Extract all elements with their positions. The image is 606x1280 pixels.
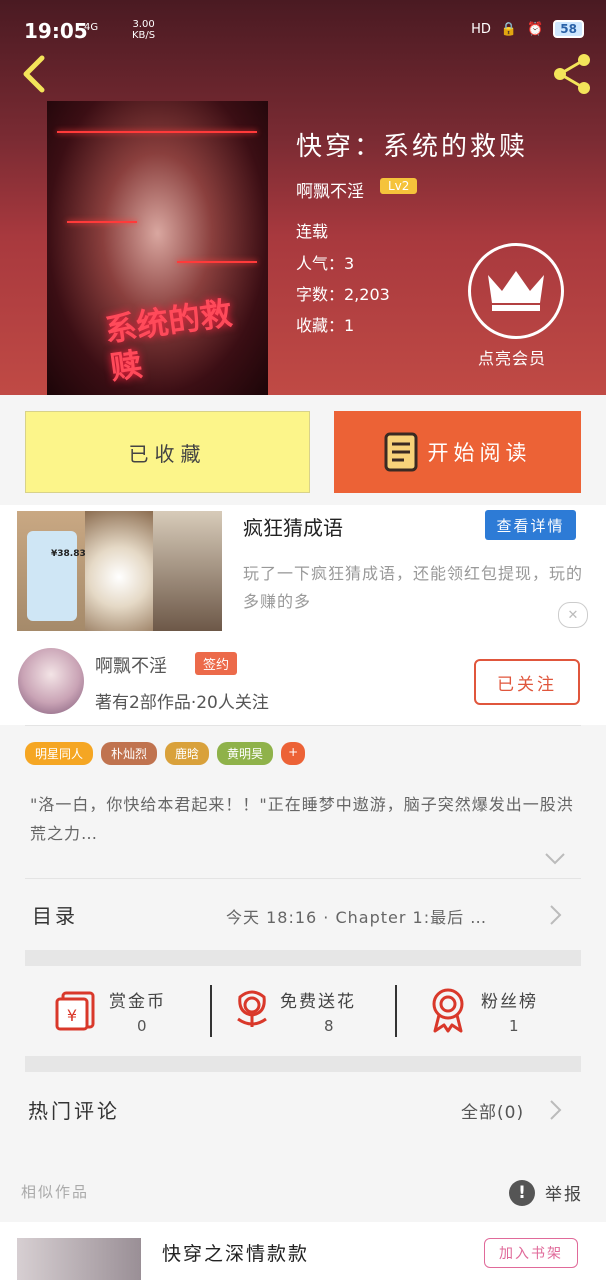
vip-button[interactable]	[468, 243, 564, 339]
section-separator	[25, 950, 581, 966]
crown-icon	[488, 271, 544, 311]
ad-image-phone-panel	[17, 511, 85, 631]
book-author[interactable]: 啊飘不淫	[296, 177, 364, 202]
similar-works-label: 相似作品	[21, 1183, 90, 1201]
battery-icon: 58	[553, 20, 584, 38]
avatar[interactable]	[18, 648, 84, 714]
chevron-down-icon[interactable]	[544, 852, 566, 866]
reward-coins-stat[interactable]: ¥ 赏金币 0	[25, 967, 210, 1055]
phone-icon	[27, 531, 77, 621]
chevron-right-icon[interactable]	[549, 1099, 563, 1121]
report-icon[interactable]: !	[509, 1180, 535, 1206]
lock-icon: 🔒	[500, 21, 518, 37]
stats-row: ¥ 赏金币 0 免费送花 8 粉丝榜 1	[25, 967, 581, 1055]
hot-comments-label: 热门评论	[28, 1099, 120, 1123]
add-tag-button[interactable]: +	[281, 742, 306, 765]
cover-glow-line	[67, 221, 137, 223]
collected-button[interactable]: 已收藏	[25, 411, 310, 493]
tag[interactable]: 朴灿烈	[101, 742, 158, 765]
vip-label: 点亮会员	[478, 349, 547, 368]
free-flower-stat[interactable]: 免费送花 8	[212, 967, 395, 1055]
stat-label: 粉丝榜	[481, 992, 538, 1012]
status-time: 19:05	[24, 19, 88, 43]
network-speed: 3.00 KB/S	[132, 19, 156, 41]
book-title: 快穿：系统的救赎	[296, 132, 529, 162]
ad-close-icon[interactable]: ✕	[558, 602, 588, 628]
start-reading-button[interactable]: 开始阅读	[334, 411, 581, 493]
status-bar: 19:05 4G 3.00 KB/S HD 🔒 ⏰ 58	[0, 0, 606, 44]
all-comments-link[interactable]: 全部(0)	[461, 1098, 524, 1123]
similar-book-thumbnail[interactable]	[17, 1238, 141, 1280]
tag[interactable]: 明星同人	[25, 742, 94, 765]
add-to-shelf-button[interactable]: 加入书架	[484, 1238, 578, 1268]
start-reading-label: 开始阅读	[427, 441, 532, 465]
book-popularity: 人气：3	[296, 254, 355, 273]
back-button[interactable]	[16, 52, 52, 96]
author-works: 著有2部作品·20人关注	[95, 693, 269, 713]
red-envelope-icon: ¥	[55, 991, 95, 1031]
ad-title[interactable]: 疯狂猜成语	[243, 512, 343, 541]
tag[interactable]: 鹿晗	[165, 742, 210, 765]
book-favorites: 收藏：1	[296, 316, 355, 335]
book-header: 19:05 4G 3.00 KB/S HD 🔒 ⏰ 58 系统的救赎 快穿：系统…	[0, 0, 606, 395]
divider	[25, 725, 581, 726]
flower-icon	[237, 990, 267, 1027]
share-button[interactable]	[548, 50, 596, 98]
medal-icon	[432, 988, 464, 1033]
svg-text:¥: ¥	[67, 1006, 77, 1025]
divider	[25, 878, 581, 879]
ad-image-food-panel	[85, 511, 153, 631]
author-name[interactable]: 啊飘不淫	[95, 652, 167, 678]
stat-value: 8	[324, 1017, 334, 1035]
stat-value: 0	[137, 1017, 147, 1035]
book-icon	[384, 432, 417, 472]
tag[interactable]: 黄明昊	[217, 742, 274, 765]
tag-list: 明星同人 朴灿烈 鹿晗 黄明昊 +	[25, 742, 306, 765]
ad-detail-button[interactable]: 查看详情	[485, 510, 576, 540]
book-word-count: 字数：2,203	[296, 285, 390, 304]
stat-label: 赏金币	[109, 992, 166, 1012]
stat-label: 免费送花	[280, 992, 356, 1012]
cover-glow-line	[57, 131, 257, 133]
follow-button[interactable]: 已关注	[474, 659, 580, 705]
cover-glow-line	[177, 261, 257, 263]
chevron-right-icon[interactable]	[549, 904, 563, 926]
report-button[interactable]: 举报	[545, 1180, 583, 1205]
section-separator	[25, 1056, 581, 1072]
toc-latest-chapter[interactable]: 今天 18:16 · Chapter 1:最后 …	[226, 904, 487, 928]
book-status: 连载	[296, 222, 329, 241]
book-cover[interactable]: 系统的救赎	[47, 101, 268, 395]
ad-image[interactable]: ¥38.83	[17, 511, 222, 631]
network-indicator: 4G	[84, 22, 99, 33]
stat-value: 1	[509, 1017, 519, 1035]
ad-description[interactable]: 玩了一下疯狂猜成语，还能领红包提现，玩的多赚的多	[243, 560, 583, 616]
toc-label[interactable]: 目录	[32, 900, 78, 929]
book-summary[interactable]: "洛一白，你快给本君起来！！"正在睡梦中遨游，脑子突然爆发出一股洪荒之力…	[30, 790, 580, 848]
fan-ranking-stat[interactable]: 粉丝榜 1	[397, 967, 581, 1055]
similar-book-title[interactable]: 快穿之深情款款	[162, 1239, 309, 1266]
signed-badge: 签约	[195, 652, 238, 675]
alarm-icon: ⏰	[527, 21, 544, 37]
ad-image-person-panel	[153, 511, 222, 631]
hd-icon: HD	[471, 21, 491, 37]
cover-title-art: 系统的救赎	[102, 293, 235, 388]
author-level-badge: Lv2	[380, 178, 418, 194]
ad-price: ¥38.83	[51, 549, 86, 559]
status-icons: HD 🔒 ⏰ 58	[471, 20, 584, 38]
